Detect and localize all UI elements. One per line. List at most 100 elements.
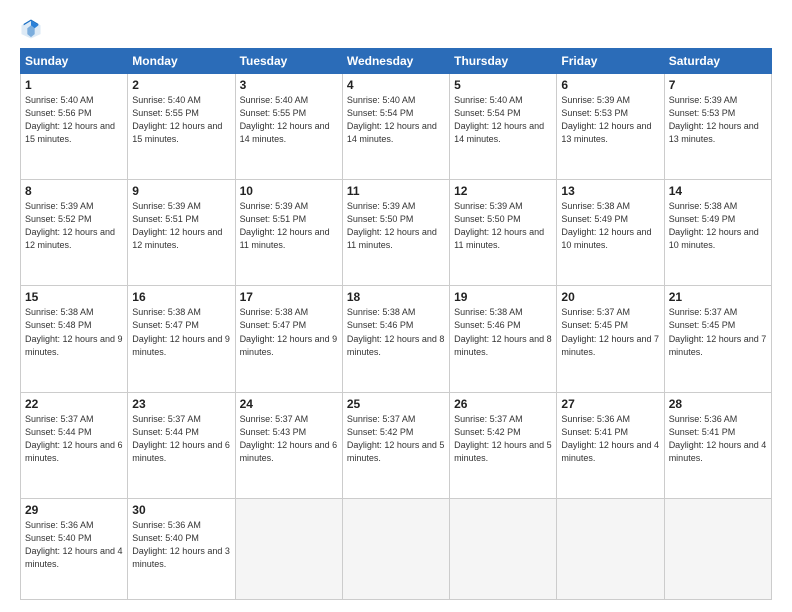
calendar: SundayMondayTuesdayWednesdayThursdayFrid… xyxy=(20,48,772,600)
week-row-3: 15 Sunrise: 5:38 AMSunset: 5:48 PMDaylig… xyxy=(21,286,772,392)
calendar-cell: 26 Sunrise: 5:37 AMSunset: 5:42 PMDaylig… xyxy=(450,392,557,498)
weekday-header-wednesday: Wednesday xyxy=(342,49,449,74)
day-info: Sunrise: 5:37 AMSunset: 5:42 PMDaylight:… xyxy=(347,413,445,465)
page: SundayMondayTuesdayWednesdayThursdayFrid… xyxy=(0,0,792,612)
calendar-cell: 14 Sunrise: 5:38 AMSunset: 5:49 PMDaylig… xyxy=(664,180,771,286)
day-number: 15 xyxy=(25,290,123,304)
day-info: Sunrise: 5:40 AMSunset: 5:56 PMDaylight:… xyxy=(25,94,123,146)
calendar-cell: 22 Sunrise: 5:37 AMSunset: 5:44 PMDaylig… xyxy=(21,392,128,498)
day-info: Sunrise: 5:40 AMSunset: 5:54 PMDaylight:… xyxy=(454,94,552,146)
day-info: Sunrise: 5:37 AMSunset: 5:45 PMDaylight:… xyxy=(669,306,767,358)
weekday-header-thursday: Thursday xyxy=(450,49,557,74)
day-info: Sunrise: 5:36 AMSunset: 5:41 PMDaylight:… xyxy=(561,413,659,465)
weekday-header-friday: Friday xyxy=(557,49,664,74)
day-info: Sunrise: 5:39 AMSunset: 5:52 PMDaylight:… xyxy=(25,200,123,252)
calendar-cell xyxy=(342,498,449,599)
calendar-cell: 20 Sunrise: 5:37 AMSunset: 5:45 PMDaylig… xyxy=(557,286,664,392)
day-number: 14 xyxy=(669,184,767,198)
day-number: 5 xyxy=(454,78,552,92)
day-number: 4 xyxy=(347,78,445,92)
day-number: 1 xyxy=(25,78,123,92)
calendar-cell xyxy=(235,498,342,599)
week-row-5: 29 Sunrise: 5:36 AMSunset: 5:40 PMDaylig… xyxy=(21,498,772,599)
day-info: Sunrise: 5:38 AMSunset: 5:49 PMDaylight:… xyxy=(561,200,659,252)
calendar-cell: 10 Sunrise: 5:39 AMSunset: 5:51 PMDaylig… xyxy=(235,180,342,286)
day-number: 22 xyxy=(25,397,123,411)
day-info: Sunrise: 5:38 AMSunset: 5:48 PMDaylight:… xyxy=(25,306,123,358)
calendar-cell: 6 Sunrise: 5:39 AMSunset: 5:53 PMDayligh… xyxy=(557,74,664,180)
calendar-cell: 8 Sunrise: 5:39 AMSunset: 5:52 PMDayligh… xyxy=(21,180,128,286)
calendar-cell: 3 Sunrise: 5:40 AMSunset: 5:55 PMDayligh… xyxy=(235,74,342,180)
calendar-cell: 21 Sunrise: 5:37 AMSunset: 5:45 PMDaylig… xyxy=(664,286,771,392)
day-number: 23 xyxy=(132,397,230,411)
calendar-cell: 9 Sunrise: 5:39 AMSunset: 5:51 PMDayligh… xyxy=(128,180,235,286)
day-number: 6 xyxy=(561,78,659,92)
day-number: 13 xyxy=(561,184,659,198)
week-row-2: 8 Sunrise: 5:39 AMSunset: 5:52 PMDayligh… xyxy=(21,180,772,286)
day-info: Sunrise: 5:38 AMSunset: 5:47 PMDaylight:… xyxy=(132,306,230,358)
calendar-cell: 4 Sunrise: 5:40 AMSunset: 5:54 PMDayligh… xyxy=(342,74,449,180)
day-number: 30 xyxy=(132,503,230,517)
day-number: 16 xyxy=(132,290,230,304)
day-info: Sunrise: 5:36 AMSunset: 5:41 PMDaylight:… xyxy=(669,413,767,465)
logo xyxy=(20,18,44,40)
calendar-cell: 11 Sunrise: 5:39 AMSunset: 5:50 PMDaylig… xyxy=(342,180,449,286)
calendar-cell: 19 Sunrise: 5:38 AMSunset: 5:46 PMDaylig… xyxy=(450,286,557,392)
day-info: Sunrise: 5:39 AMSunset: 5:50 PMDaylight:… xyxy=(454,200,552,252)
calendar-cell: 24 Sunrise: 5:37 AMSunset: 5:43 PMDaylig… xyxy=(235,392,342,498)
day-info: Sunrise: 5:39 AMSunset: 5:53 PMDaylight:… xyxy=(561,94,659,146)
calendar-body: 1 Sunrise: 5:40 AMSunset: 5:56 PMDayligh… xyxy=(21,74,772,600)
day-info: Sunrise: 5:39 AMSunset: 5:53 PMDaylight:… xyxy=(669,94,767,146)
day-info: Sunrise: 5:36 AMSunset: 5:40 PMDaylight:… xyxy=(132,519,230,571)
calendar-cell: 28 Sunrise: 5:36 AMSunset: 5:41 PMDaylig… xyxy=(664,392,771,498)
day-number: 21 xyxy=(669,290,767,304)
day-number: 20 xyxy=(561,290,659,304)
day-number: 25 xyxy=(347,397,445,411)
calendar-cell xyxy=(557,498,664,599)
day-info: Sunrise: 5:40 AMSunset: 5:55 PMDaylight:… xyxy=(132,94,230,146)
logo-icon xyxy=(20,18,42,40)
day-info: Sunrise: 5:37 AMSunset: 5:44 PMDaylight:… xyxy=(25,413,123,465)
day-info: Sunrise: 5:38 AMSunset: 5:46 PMDaylight:… xyxy=(454,306,552,358)
weekday-header-sunday: Sunday xyxy=(21,49,128,74)
day-info: Sunrise: 5:37 AMSunset: 5:42 PMDaylight:… xyxy=(454,413,552,465)
day-info: Sunrise: 5:37 AMSunset: 5:43 PMDaylight:… xyxy=(240,413,338,465)
day-number: 26 xyxy=(454,397,552,411)
weekday-header-tuesday: Tuesday xyxy=(235,49,342,74)
calendar-cell: 27 Sunrise: 5:36 AMSunset: 5:41 PMDaylig… xyxy=(557,392,664,498)
day-number: 2 xyxy=(132,78,230,92)
calendar-cell: 15 Sunrise: 5:38 AMSunset: 5:48 PMDaylig… xyxy=(21,286,128,392)
calendar-cell: 25 Sunrise: 5:37 AMSunset: 5:42 PMDaylig… xyxy=(342,392,449,498)
day-info: Sunrise: 5:37 AMSunset: 5:45 PMDaylight:… xyxy=(561,306,659,358)
day-number: 29 xyxy=(25,503,123,517)
weekday-header-row: SundayMondayTuesdayWednesdayThursdayFrid… xyxy=(21,49,772,74)
day-info: Sunrise: 5:38 AMSunset: 5:47 PMDaylight:… xyxy=(240,306,338,358)
calendar-cell: 30 Sunrise: 5:36 AMSunset: 5:40 PMDaylig… xyxy=(128,498,235,599)
day-info: Sunrise: 5:40 AMSunset: 5:55 PMDaylight:… xyxy=(240,94,338,146)
week-row-1: 1 Sunrise: 5:40 AMSunset: 5:56 PMDayligh… xyxy=(21,74,772,180)
day-info: Sunrise: 5:36 AMSunset: 5:40 PMDaylight:… xyxy=(25,519,123,571)
week-row-4: 22 Sunrise: 5:37 AMSunset: 5:44 PMDaylig… xyxy=(21,392,772,498)
day-number: 12 xyxy=(454,184,552,198)
day-number: 17 xyxy=(240,290,338,304)
calendar-cell: 29 Sunrise: 5:36 AMSunset: 5:40 PMDaylig… xyxy=(21,498,128,599)
day-info: Sunrise: 5:40 AMSunset: 5:54 PMDaylight:… xyxy=(347,94,445,146)
day-number: 8 xyxy=(25,184,123,198)
day-number: 10 xyxy=(240,184,338,198)
calendar-cell: 1 Sunrise: 5:40 AMSunset: 5:56 PMDayligh… xyxy=(21,74,128,180)
day-number: 11 xyxy=(347,184,445,198)
calendar-cell: 16 Sunrise: 5:38 AMSunset: 5:47 PMDaylig… xyxy=(128,286,235,392)
calendar-cell: 23 Sunrise: 5:37 AMSunset: 5:44 PMDaylig… xyxy=(128,392,235,498)
day-number: 9 xyxy=(132,184,230,198)
calendar-cell: 18 Sunrise: 5:38 AMSunset: 5:46 PMDaylig… xyxy=(342,286,449,392)
day-number: 18 xyxy=(347,290,445,304)
weekday-header-saturday: Saturday xyxy=(664,49,771,74)
calendar-cell: 5 Sunrise: 5:40 AMSunset: 5:54 PMDayligh… xyxy=(450,74,557,180)
day-number: 24 xyxy=(240,397,338,411)
calendar-cell: 7 Sunrise: 5:39 AMSunset: 5:53 PMDayligh… xyxy=(664,74,771,180)
day-info: Sunrise: 5:39 AMSunset: 5:50 PMDaylight:… xyxy=(347,200,445,252)
calendar-cell: 2 Sunrise: 5:40 AMSunset: 5:55 PMDayligh… xyxy=(128,74,235,180)
calendar-cell: 17 Sunrise: 5:38 AMSunset: 5:47 PMDaylig… xyxy=(235,286,342,392)
day-info: Sunrise: 5:38 AMSunset: 5:46 PMDaylight:… xyxy=(347,306,445,358)
calendar-cell: 12 Sunrise: 5:39 AMSunset: 5:50 PMDaylig… xyxy=(450,180,557,286)
